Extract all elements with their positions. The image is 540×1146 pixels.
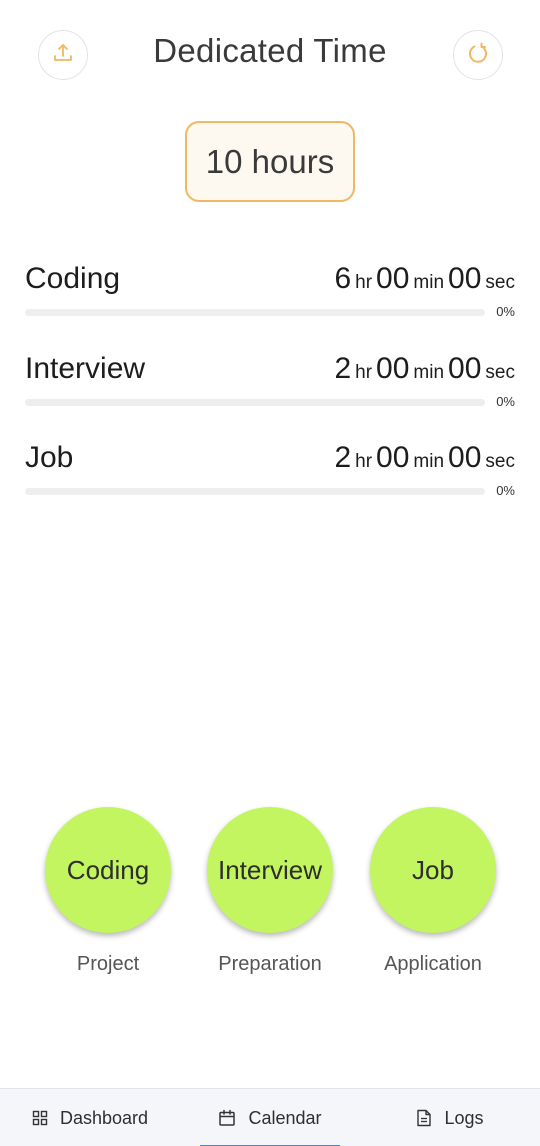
- hours-value: 2: [334, 352, 352, 385]
- bottom-nav: Dashboard Calendar Logs: [0, 1088, 540, 1146]
- nav-label: Logs: [444, 1107, 484, 1128]
- progress-percent: 0%: [496, 304, 515, 319]
- nav-label: Dashboard: [59, 1107, 149, 1128]
- minutes-value: 00: [376, 441, 410, 474]
- activity-caption: Application: [384, 953, 482, 975]
- activity-interview: Interview Preparation: [207, 807, 333, 976]
- minutes-unit: min: [413, 451, 445, 472]
- app-root: Dedicated Time 10 hours Coding 6 hr 00 min 0…: [0, 0, 540, 1146]
- header: Dedicated Time: [0, 0, 540, 108]
- document-icon: [416, 1109, 432, 1127]
- minutes-value: 00: [376, 262, 410, 295]
- job-activity-button[interactable]: Job: [370, 807, 496, 933]
- coding-activity-button[interactable]: Coding: [45, 807, 171, 933]
- calendar-icon: [218, 1109, 236, 1127]
- progress-percent: 0%: [496, 483, 515, 498]
- refresh-icon: [466, 41, 490, 70]
- minutes-unit: min: [413, 362, 445, 383]
- activity-coding: Coding Project: [45, 807, 171, 976]
- seconds-unit: sec: [485, 272, 515, 293]
- nav-label: Calendar: [248, 1107, 322, 1128]
- row-timer: 6 hr 00 min 00 sec: [334, 262, 515, 296]
- hours-unit: hr: [355, 451, 373, 472]
- time-row-coding: Coding 6 hr 00 min 00 sec 0%: [25, 262, 515, 324]
- nav-item-calendar[interactable]: Calendar: [180, 1089, 360, 1146]
- hours-unit: hr: [355, 362, 373, 383]
- grid-icon: [32, 1110, 48, 1126]
- seconds-unit: sec: [485, 451, 515, 472]
- progress-track: [25, 399, 485, 406]
- interview-activity-button[interactable]: Interview: [207, 807, 333, 933]
- total-hours-badge[interactable]: 10 hours: [185, 121, 355, 202]
- row-label: Job: [25, 441, 74, 474]
- progress-track: [25, 488, 485, 495]
- time-row-job: Job 2 hr 00 min 00 sec 0%: [25, 441, 515, 503]
- nav-item-dashboard[interactable]: Dashboard: [0, 1089, 180, 1146]
- reset-button[interactable]: [453, 30, 503, 80]
- hours-unit: hr: [355, 272, 373, 293]
- seconds-value: 00: [448, 262, 482, 295]
- row-label: Interview: [25, 352, 146, 385]
- activity-caption: Preparation: [218, 953, 322, 975]
- activity-job: Job Application: [370, 807, 496, 976]
- hours-value: 6: [334, 262, 352, 295]
- activity-caption: Project: [76, 953, 140, 975]
- progress-track: [25, 309, 485, 316]
- row-timer: 2 hr 00 min 00 sec: [334, 441, 515, 475]
- hours-value: 2: [334, 441, 352, 474]
- minutes-value: 00: [376, 352, 410, 385]
- seconds-unit: sec: [485, 362, 515, 383]
- progress-percent: 0%: [496, 394, 515, 409]
- nav-item-logs[interactable]: Logs: [360, 1089, 540, 1146]
- row-label: Coding: [25, 262, 121, 295]
- time-row-interview: Interview 2 hr 00 min 00 sec 0%: [25, 352, 515, 414]
- row-timer: 2 hr 00 min 00 sec: [334, 352, 515, 386]
- minutes-unit: min: [413, 272, 445, 293]
- seconds-value: 00: [448, 352, 482, 385]
- seconds-value: 00: [448, 441, 482, 474]
